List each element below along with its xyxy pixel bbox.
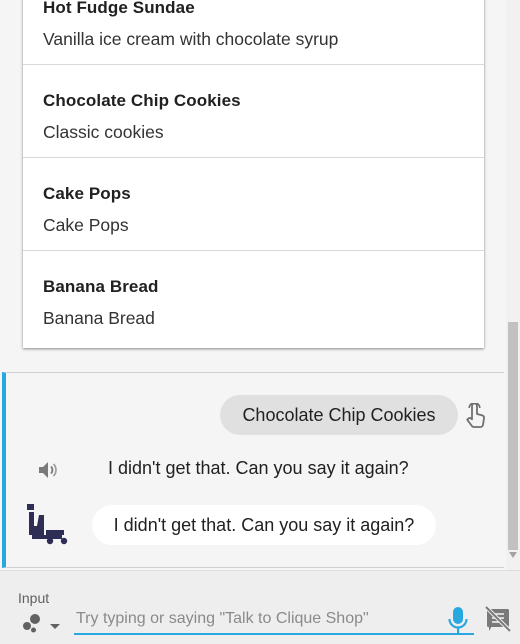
agent-response-bubble: I didn't get that. Can you say it again? bbox=[92, 505, 436, 545]
no-display-icon[interactable] bbox=[484, 605, 512, 633]
input-mode-icon bbox=[23, 614, 40, 633]
list-item-description: Banana Bread bbox=[43, 308, 155, 328]
vertical-scrollbar[interactable] bbox=[506, 0, 520, 570]
touch-icon bbox=[466, 403, 485, 428]
input-mode-toggle[interactable] bbox=[20, 611, 64, 633]
list-item-description: Vanilla ice cream with chocolate syrup bbox=[43, 29, 339, 49]
list-item-description: Classic cookies bbox=[43, 122, 164, 142]
chevron-down-icon bbox=[50, 624, 60, 629]
list-card: Hot Fudge Sundae Vanilla ice cream with … bbox=[23, 0, 484, 348]
scrollbar-thumb[interactable] bbox=[508, 322, 518, 550]
list-item-title: Cake Pops bbox=[43, 184, 131, 203]
list-item-description: Cake Pops bbox=[43, 215, 129, 235]
scroll-down-arrow-icon[interactable] bbox=[509, 552, 517, 558]
simulator-app: Hot Fudge Sundae Vanilla ice cream with … bbox=[0, 0, 520, 644]
list-item-title: Hot Fudge Sundae bbox=[43, 0, 195, 17]
speech-response-text: I didn't get that. Can you say it again? bbox=[108, 458, 409, 478]
conversation-turn: Chocolate Chip Cookies I didn't get that… bbox=[2, 372, 504, 568]
list-item-title: Banana Bread bbox=[43, 277, 159, 296]
list-item[interactable]: Chocolate Chip Cookies Classic cookies bbox=[23, 65, 484, 158]
input-label: Input bbox=[18, 590, 50, 606]
input-bar: Input bbox=[0, 570, 520, 644]
speaker-icon bbox=[39, 462, 57, 478]
list-item-title: Chocolate Chip Cookies bbox=[43, 91, 241, 110]
query-input[interactable] bbox=[74, 605, 474, 635]
conversation-panel[interactable]: Hot Fudge Sundae Vanilla ice cream with … bbox=[0, 0, 520, 570]
list-item[interactable]: Hot Fudge Sundae Vanilla ice cream with … bbox=[23, 0, 484, 65]
mic-icon[interactable] bbox=[446, 605, 470, 635]
agent-avatar-icon bbox=[27, 504, 68, 545]
list-item[interactable]: Cake Pops Cake Pops bbox=[23, 158, 484, 251]
user-query-bubble[interactable]: Chocolate Chip Cookies bbox=[220, 395, 458, 435]
list-item[interactable]: Banana Bread Banana Bread bbox=[23, 251, 484, 344]
